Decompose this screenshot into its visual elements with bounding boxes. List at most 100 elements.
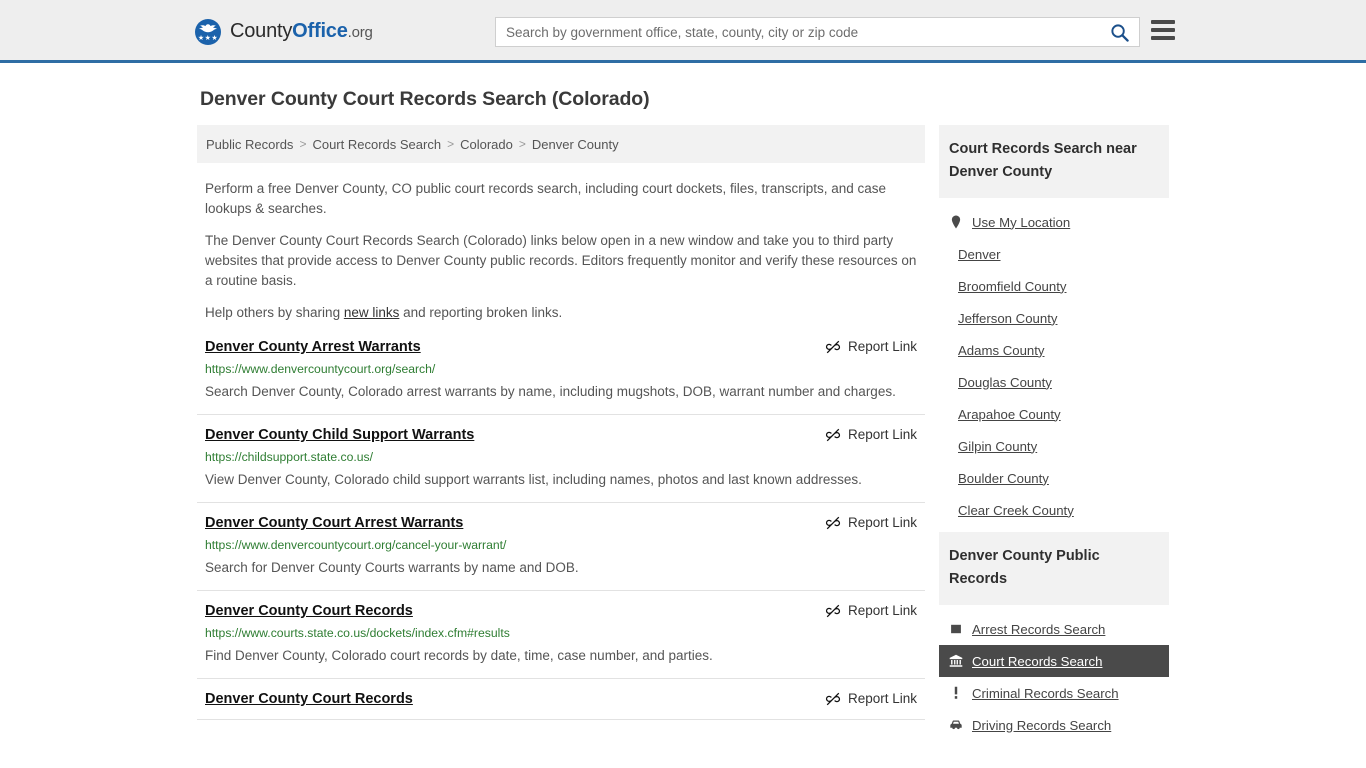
report-link-label: Report Link <box>847 427 917 442</box>
list-item: Douglas County <box>939 366 1169 398</box>
map-pin-icon <box>949 214 963 230</box>
sidebar-nearby-broomfield-county[interactable]: Broomfield County <box>939 270 1169 302</box>
courthouse-icon <box>949 654 963 667</box>
page-title: Denver County Court Records Search (Colo… <box>200 88 650 110</box>
sidebar-item-label: Use My Location <box>972 214 1071 230</box>
result-description: Search Denver County, Colorado arrest wa… <box>205 384 896 399</box>
sidebar-nearby-jefferson-county[interactable]: Jefferson County <box>939 302 1169 334</box>
list-item: Driving Records Search <box>939 709 1169 741</box>
countyoffice-logo-icon: ★★★ <box>195 19 221 45</box>
list-item: Clear Creek County <box>939 494 1169 526</box>
sidebar-nearby-adams-county[interactable]: Adams County <box>939 334 1169 366</box>
breadcrumb-item-1[interactable]: Public Records <box>206 137 293 152</box>
sidebar-nearby-clear-creek-county[interactable]: Clear Creek County <box>939 494 1169 526</box>
sidebar-item-label: Adams County <box>958 342 1045 358</box>
sidebar-item-label: Douglas County <box>958 374 1052 390</box>
sidebar-records-driving-records-search[interactable]: Driving Records Search <box>939 709 1169 741</box>
sidebar-nearby-arapahoe-county[interactable]: Arapahoe County <box>939 398 1169 430</box>
hamburger-menu-icon[interactable] <box>1151 20 1175 40</box>
sidebar-item-label: Boulder County <box>958 470 1049 486</box>
intro-p3-after: and reporting broken links. <box>399 305 563 320</box>
sidebar-records-criminal-records-search[interactable]: Criminal Records Search <box>939 677 1169 709</box>
result-url: https://www.denvercountycourt.org/search… <box>205 362 436 376</box>
main-content-column: Public Records > Court Records Search > Colo… <box>197 125 925 730</box>
broken-link-icon <box>825 516 841 530</box>
breadcrumb-item-3[interactable]: Colorado <box>460 137 513 152</box>
result-title-link[interactable]: Denver County Arrest Warrants <box>205 337 421 357</box>
broken-link-icon <box>825 604 841 618</box>
report-link-label: Report Link <box>847 691 917 706</box>
site-logo-link[interactable]: ★★★ CountyOffice.org <box>195 19 373 45</box>
public-records-panel: Denver County Public Records Arrest Reco… <box>939 532 1169 741</box>
brand-wordmark: CountyOffice.org <box>230 21 373 43</box>
result-item: Denver County Court Records Report Link <box>197 689 925 720</box>
result-url: https://www.denvercountycourt.org/cancel… <box>205 538 507 552</box>
sidebar-item-label: Arapahoe County <box>958 406 1061 422</box>
sidebar-nearby-boulder-county[interactable]: Boulder County <box>939 462 1169 494</box>
public-records-heading: Denver County Public Records <box>939 532 1169 605</box>
result-item: Denver County Court Arrest Warrants Repor… <box>197 513 925 591</box>
map-pin-icon <box>951 215 961 229</box>
sidebar-nearby-douglas-county[interactable]: Douglas County <box>939 366 1169 398</box>
car-icon <box>950 720 962 730</box>
sidebar-item-label: Arrest Records Search <box>972 621 1106 637</box>
report-link-button[interactable]: Report Link <box>825 425 917 445</box>
nearby-searches-list: Use My Location Denver Broomfield County Je… <box>939 198 1169 526</box>
report-link-button[interactable]: Report Link <box>825 689 917 709</box>
list-item: Broomfield County <box>939 270 1169 302</box>
broken-link-icon <box>825 692 841 706</box>
exclamation-icon <box>954 686 958 699</box>
sidebar-nearby-use-my-location[interactable]: Use My Location <box>939 206 1169 238</box>
search-icon <box>1110 23 1129 42</box>
breadcrumb-separator: > <box>299 137 307 151</box>
list-item: Denver <box>939 238 1169 270</box>
handcuffs-icon <box>951 624 961 634</box>
intro-paragraph-3: Help others by sharing new links and rep… <box>197 297 925 323</box>
result-description: Find Denver County, Colorado court recor… <box>205 648 713 663</box>
sidebar-item-label: Gilpin County <box>958 438 1038 454</box>
result-description: Search for Denver County Courts warrants… <box>205 560 579 575</box>
report-link-button[interactable]: Report Link <box>825 337 917 357</box>
report-link-button[interactable]: Report Link <box>825 601 917 621</box>
brand-part-dotorg: .org <box>347 24 373 41</box>
result-item: Denver County Arrest Warrants Report Link… <box>197 337 925 415</box>
sidebar-nearby-gilpin-county[interactable]: Gilpin County <box>939 430 1169 462</box>
breadcrumb-item-4: Denver County <box>531 136 619 152</box>
sidebar-item-label: Criminal Records Search <box>972 685 1119 701</box>
sidebar: Court Records Search near Denver County … <box>939 125 1169 747</box>
hamburger-bar-2 <box>1151 28 1175 32</box>
result-title-link[interactable]: Denver County Court Records <box>205 689 413 709</box>
brand-part-county: County <box>230 20 293 42</box>
result-title-link[interactable]: Denver County Child Support Warrants <box>205 425 474 445</box>
new-links-link[interactable]: new links <box>344 305 400 320</box>
courthouse-icon <box>949 653 963 669</box>
report-link-label: Report Link <box>847 603 917 618</box>
nearby-searches-panel: Court Records Search near Denver County … <box>939 125 1169 526</box>
list-item: Use My Location <box>939 206 1169 238</box>
report-link-button[interactable]: Report Link <box>825 513 917 533</box>
brand-part-office: Office <box>292 20 348 42</box>
car-icon <box>949 717 963 733</box>
intro-text: Perform a free Denver County, CO public … <box>197 163 925 323</box>
breadcrumb-item-2[interactable]: Court Records Search <box>312 137 441 152</box>
broken-link-icon <box>825 428 841 442</box>
sidebar-item-label: Clear Creek County <box>958 502 1074 518</box>
sidebar-records-court-records-search[interactable]: Court Records Search <box>939 645 1169 677</box>
result-url: https://childsupport.state.co.us/ <box>205 450 374 464</box>
report-link-label: Report Link <box>847 339 917 354</box>
list-item: Criminal Records Search <box>939 677 1169 709</box>
report-link-label: Report Link <box>847 515 917 530</box>
sidebar-item-label: Broomfield County <box>958 278 1067 294</box>
nearby-searches-heading: Court Records Search near Denver County <box>939 125 1169 198</box>
result-title-link[interactable]: Denver County Court Records <box>205 601 413 621</box>
search-button[interactable] <box>1099 18 1139 46</box>
site-header: ★★★ CountyOffice.org <box>0 0 1366 63</box>
hamburger-bar-1 <box>1151 20 1175 24</box>
hamburger-bar-3 <box>1151 36 1175 40</box>
sidebar-item-label: Driving Records Search <box>972 717 1112 733</box>
list-item: Arapahoe County <box>939 398 1169 430</box>
search-input[interactable] <box>496 18 1099 46</box>
sidebar-records-arrest-records-search[interactable]: Arrest Records Search <box>939 613 1169 645</box>
sidebar-nearby-denver[interactable]: Denver <box>939 238 1169 270</box>
result-title-link[interactable]: Denver County Court Arrest Warrants <box>205 513 463 533</box>
